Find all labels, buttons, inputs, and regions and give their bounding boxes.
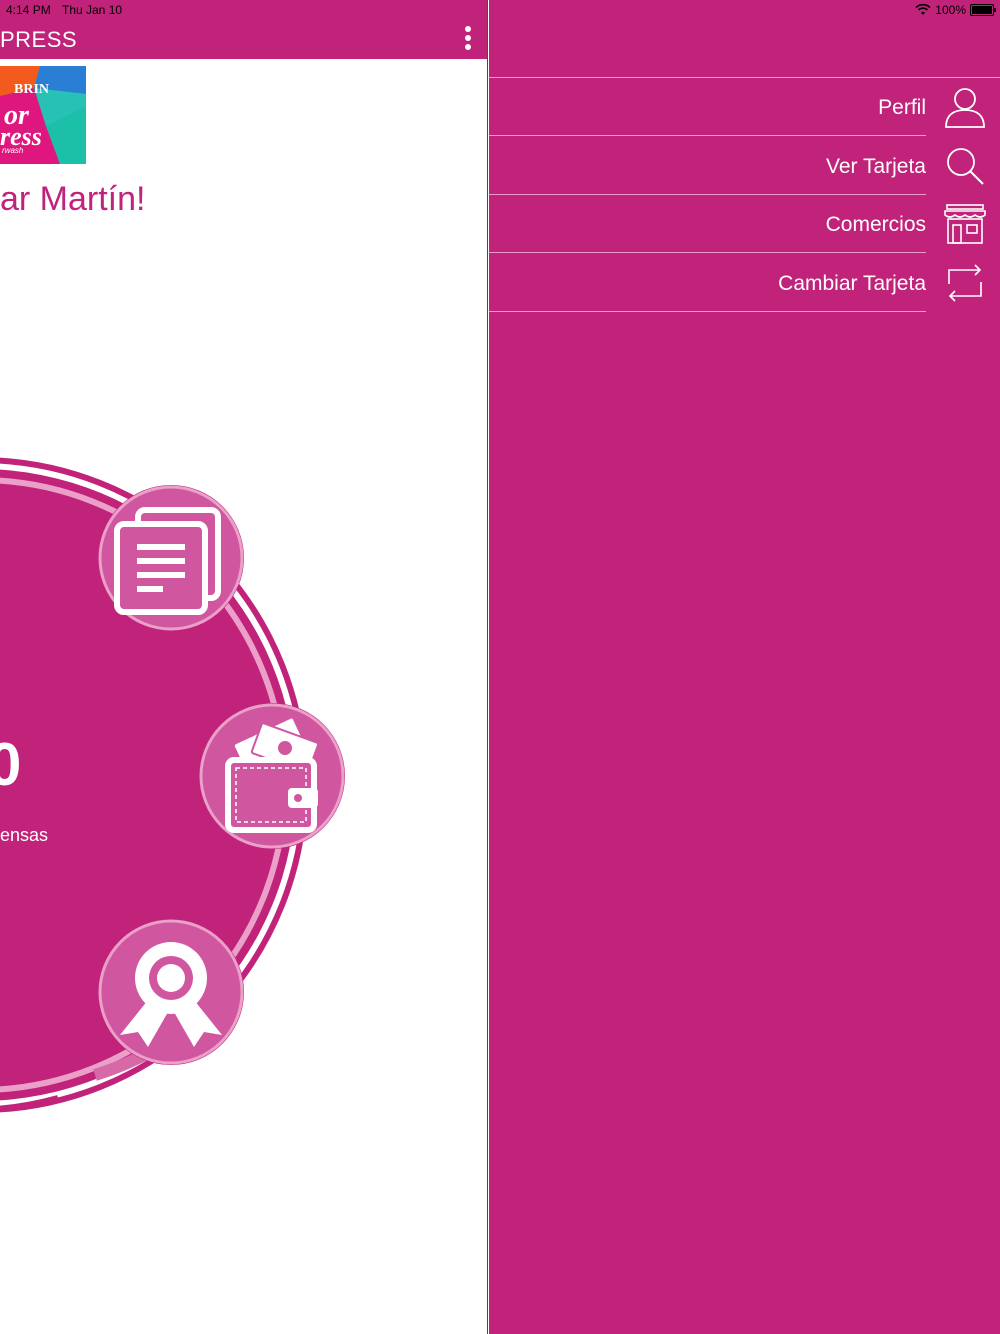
switch-icon — [948, 264, 982, 302]
documents-icon — [98, 485, 244, 631]
menu-item-label: Cambiar Tarjeta — [778, 272, 926, 295]
search-icon — [947, 148, 984, 185]
status-time: 4:14 PM — [6, 3, 51, 17]
menu-divider — [489, 311, 926, 312]
menu-item-perfil[interactable]: Perfil — [489, 78, 1000, 136]
points-value: 0 — [0, 731, 22, 798]
status-right: 100% — [915, 3, 996, 17]
side-menu: Perfil Ver Tarjeta Comercios Cambiar Tar… — [489, 0, 1000, 1334]
status-date: Thu Jan 10 — [62, 3, 123, 17]
menu-divider — [489, 252, 926, 253]
menu-item-label: Comercios — [825, 213, 926, 236]
status-bar: 4:14 PM Thu Jan 10 100% — [0, 0, 1000, 20]
points-label: ensas — [0, 825, 49, 845]
panel-divider — [487, 0, 488, 1334]
battery-icon — [970, 4, 996, 16]
menu-item-label: Ver Tarjeta — [825, 155, 926, 178]
menu-item-label: Perfil — [878, 96, 926, 119]
menu-item-comercios[interactable]: Comercios — [489, 195, 1000, 253]
menu-item-ver-tarjeta[interactable]: Ver Tarjeta — [489, 137, 1000, 195]
store-icon — [944, 204, 986, 244]
menu-divider — [489, 135, 926, 136]
award-icon — [98, 919, 244, 1065]
user-icon — [945, 88, 985, 128]
loyalty-dial — [0, 457, 345, 1113]
wallet-icon — [199, 703, 345, 849]
menu-item-cambiar-tarjeta[interactable]: Cambiar Tarjeta — [489, 254, 1000, 312]
battery-percent: 100% — [935, 3, 966, 17]
home-screen: PRESS BRIN or ress rwash ar Martín! 0 en… — [0, 0, 488, 1334]
wifi-icon — [915, 4, 931, 15]
